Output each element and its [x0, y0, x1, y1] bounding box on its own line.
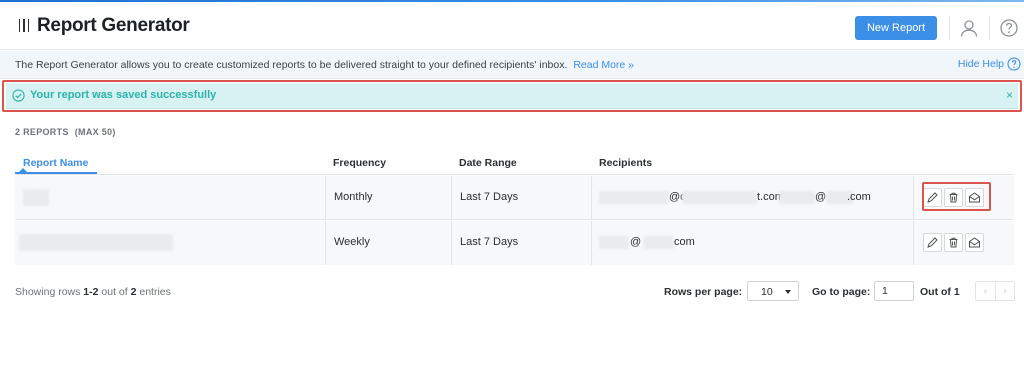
column-report-name[interactable]: Report Name: [23, 157, 88, 169]
date-range-value: Last 7 Days: [460, 236, 519, 248]
redacted-email: [779, 191, 815, 204]
frequency-value: Weekly: [334, 236, 370, 248]
rows-per-page-select[interactable]: 10: [747, 281, 799, 301]
alert-highlight-frame: [2, 80, 1022, 112]
frequency-cell: Weekly: [326, 221, 452, 265]
redacted-email: [644, 236, 674, 249]
redacted-email: [599, 236, 629, 249]
email-icon[interactable]: [965, 232, 984, 252]
showing-mid: out of: [101, 286, 128, 298]
actions-highlight-frame: [922, 182, 991, 211]
header-divider: [949, 16, 950, 40]
table-row[interactable]: Monthly Last 7 Days @d t.com, @ .com: [15, 176, 1014, 220]
column-recipients[interactable]: Recipients: [599, 157, 652, 169]
recipient-fragment: @: [630, 236, 642, 248]
recipient-fragment: @: [815, 191, 827, 203]
column-date-range[interactable]: Date Range: [459, 157, 517, 169]
help-circle-icon[interactable]: [999, 18, 1019, 38]
edit-icon[interactable]: [923, 232, 942, 252]
user-icon[interactable]: [959, 18, 979, 38]
chevron-down-icon: [785, 290, 791, 294]
showing-total: 2: [130, 286, 137, 298]
help-circle-icon[interactable]: [1007, 57, 1021, 71]
read-more-link[interactable]: Read More »: [573, 59, 634, 71]
column-frequency[interactable]: Frequency: [333, 157, 386, 169]
table-header: Report Name Frequency Date Range Recipie…: [15, 150, 1014, 175]
chevron-left-icon[interactable]: ‹: [976, 282, 995, 300]
frequency-cell: Monthly: [326, 176, 452, 220]
redacted-report-name: [19, 234, 173, 251]
new-report-button[interactable]: New Report: [855, 16, 937, 40]
recipients-cell: @d t.com, @ .com: [592, 176, 914, 220]
reports-count-label: 2 REPORTS: [15, 127, 69, 137]
date-range-value: Last 7 Days: [460, 191, 519, 203]
report-name-cell[interactable]: [15, 176, 326, 220]
row-actions: [923, 229, 984, 255]
date-range-cell: Last 7 Days: [452, 176, 592, 220]
redacted-email: [682, 191, 757, 204]
help-banner: The Report Generator allows you to creat…: [0, 51, 1024, 79]
go-to-page-label: Go to page:: [812, 286, 871, 298]
recipient-fragment: .com: [847, 191, 871, 203]
header-divider: [989, 16, 990, 40]
showing-suffix: entries: [139, 286, 171, 298]
table-row[interactable]: Weekly Last 7 Days @ com: [15, 221, 1014, 265]
frequency-value: Monthly: [334, 191, 373, 203]
out-of-pages: Out of 1: [920, 286, 960, 298]
pagination: ‹ ›: [975, 281, 1015, 301]
redacted-email: [599, 191, 669, 204]
redacted-report-name: [23, 189, 49, 206]
page-title: Report Generator: [37, 15, 190, 36]
reports-count: 2 REPORTS (MAX 50): [15, 127, 116, 137]
chevron-right-icon[interactable]: ›: [994, 282, 1014, 300]
reports-max-label: (MAX 50): [74, 127, 116, 137]
showing-rows-text: Showing rows 1-2 out of 2 entries: [15, 286, 171, 298]
app-header: Report Generator New Report: [0, 2, 1024, 50]
showing-prefix: Showing rows: [15, 286, 81, 298]
showing-range: 1-2: [83, 286, 99, 298]
help-text: The Report Generator allows you to creat…: [15, 59, 568, 71]
trash-icon[interactable]: [944, 232, 963, 252]
go-to-page-input[interactable]: [874, 281, 914, 301]
recipients-cell: @ com: [592, 221, 914, 265]
date-range-cell: Last 7 Days: [452, 221, 592, 265]
hide-help-link[interactable]: Hide Help: [958, 58, 1004, 70]
report-name-cell[interactable]: [15, 221, 326, 265]
rows-per-page-label: Rows per page:: [664, 286, 743, 298]
recipient-fragment: com: [674, 236, 695, 248]
menu-icon[interactable]: [19, 19, 29, 32]
rows-per-page-value: 10: [761, 286, 773, 298]
sort-underline: [15, 172, 97, 174]
sort-caret-icon: [19, 168, 27, 172]
